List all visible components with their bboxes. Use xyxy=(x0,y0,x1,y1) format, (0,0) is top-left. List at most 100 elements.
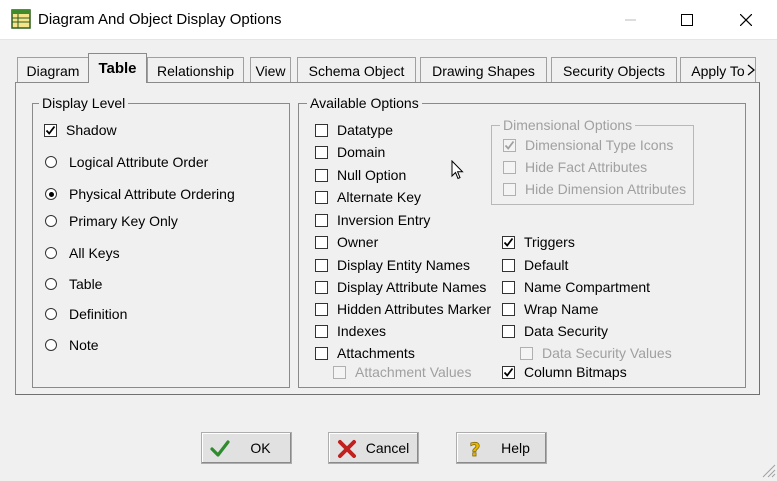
inversion-entry-label: Inversion Entry xyxy=(337,212,431,228)
tab-table[interactable]: Table xyxy=(88,53,147,83)
radio-all-keys[interactable]: All Keys xyxy=(45,244,120,262)
red-x-icon xyxy=(337,439,357,459)
tab-diagram[interactable]: Diagram xyxy=(17,57,89,83)
shadow-checkbox-row[interactable]: Shadow xyxy=(44,121,117,139)
name-compartment-checkbox[interactable] xyxy=(502,280,515,294)
owner-row[interactable]: Owner xyxy=(315,233,378,251)
radio-note[interactable]: Note xyxy=(45,336,99,354)
display-entity-names-label: Display Entity Names xyxy=(337,257,471,273)
radio-physical-attribute-ordering[interactable]: Physical Attribute Ordering xyxy=(45,185,235,203)
hide-fact-attributes-label: Hide Fact Attributes xyxy=(525,159,648,175)
dimensional-type-icons-checkbox xyxy=(503,138,516,152)
inversion-entry-row[interactable]: Inversion Entry xyxy=(315,211,430,229)
hidden-attributes-marker-checkbox[interactable] xyxy=(315,302,328,316)
radio-button[interactable] xyxy=(45,278,57,290)
indexes-checkbox[interactable] xyxy=(315,324,328,338)
radio-button[interactable] xyxy=(45,247,57,259)
datatype-row[interactable]: Datatype xyxy=(315,121,393,139)
radio-button[interactable] xyxy=(45,188,57,200)
radio-primary-key-only[interactable]: Primary Key Only xyxy=(45,212,178,230)
display-attribute-names-row[interactable]: Display Attribute Names xyxy=(315,278,486,296)
radio-label: Physical Attribute Ordering xyxy=(69,186,235,202)
wrap-name-label: Wrap Name xyxy=(524,301,599,317)
display-entity-names-checkbox[interactable] xyxy=(315,258,328,272)
triggers-checkbox[interactable] xyxy=(502,235,515,249)
tab-label: Security Objects xyxy=(563,62,665,79)
inversion-entry-checkbox[interactable] xyxy=(315,213,328,227)
attachment-values-checkbox xyxy=(333,365,346,379)
radio-button[interactable] xyxy=(45,339,57,351)
tab-scroll-right-icon[interactable] xyxy=(743,57,759,82)
domain-checkbox[interactable] xyxy=(315,145,328,159)
wrap-name-row[interactable]: Wrap Name xyxy=(502,300,598,318)
tab-label: View xyxy=(255,62,286,79)
tab-strip: Diagram Table Relationship View Schema O… xyxy=(0,53,777,83)
null-option-label: Null Option xyxy=(337,167,407,183)
column-bitmaps-row[interactable]: Column Bitmaps xyxy=(502,363,627,381)
close-button[interactable] xyxy=(718,0,774,40)
indexes-label: Indexes xyxy=(337,323,387,339)
tab-label: Diagram xyxy=(26,62,80,79)
owner-checkbox[interactable] xyxy=(315,235,328,249)
radio-label: Primary Key Only xyxy=(69,213,178,229)
radio-label: Note xyxy=(69,337,99,353)
hide-fact-attributes-checkbox xyxy=(503,160,516,174)
radio-button[interactable] xyxy=(45,308,57,320)
display-entity-names-row[interactable]: Display Entity Names xyxy=(315,256,470,274)
indexes-row[interactable]: Indexes xyxy=(315,322,386,340)
display-attribute-names-checkbox[interactable] xyxy=(315,280,328,294)
triggers-row[interactable]: Triggers xyxy=(502,233,575,251)
data-security-checkbox[interactable] xyxy=(502,324,515,338)
radio-button[interactable] xyxy=(45,156,57,168)
tab-drawing-shapes[interactable]: Drawing Shapes xyxy=(420,57,547,83)
data-security-row[interactable]: Data Security xyxy=(502,322,608,340)
minimize-button[interactable] xyxy=(603,0,659,40)
tab-label: Relationship xyxy=(156,62,235,79)
attachments-row[interactable]: Attachments xyxy=(315,344,415,362)
checkmark-icon xyxy=(210,439,230,459)
maximize-button[interactable] xyxy=(659,0,715,40)
name-compartment-row[interactable]: Name Compartment xyxy=(502,278,650,296)
alternate-key-checkbox[interactable] xyxy=(315,190,328,204)
display-attribute-names-label: Display Attribute Names xyxy=(337,279,487,295)
attachments-label: Attachments xyxy=(337,345,415,361)
tab-label: Drawing Shapes xyxy=(432,62,535,79)
data-security-values-row: Data Security Values xyxy=(520,344,672,362)
tab-schema-object[interactable]: Schema Object xyxy=(297,57,416,83)
tab-relationship[interactable]: Relationship xyxy=(147,57,244,83)
attachments-checkbox[interactable] xyxy=(315,346,328,360)
help-button[interactable]: ? Help xyxy=(456,432,547,464)
radio-table[interactable]: Table xyxy=(45,275,102,293)
tab-security-objects[interactable]: Security Objects xyxy=(551,57,677,83)
alternate-key-row[interactable]: Alternate Key xyxy=(315,188,421,206)
window-title: Diagram And Object Display Options xyxy=(38,11,282,28)
shadow-checkbox[interactable] xyxy=(44,123,57,137)
hide-dimension-attributes-label: Hide Dimension Attributes xyxy=(525,181,687,197)
ok-button[interactable]: OK xyxy=(201,432,292,464)
null-option-row[interactable]: Null Option xyxy=(315,166,406,184)
display-level-title: Display Level xyxy=(39,95,129,111)
column-bitmaps-checkbox[interactable] xyxy=(502,365,515,379)
hidden-attributes-marker-label: Hidden Attributes Marker xyxy=(337,301,492,317)
default-row[interactable]: Default xyxy=(502,256,568,274)
cancel-button[interactable]: Cancel xyxy=(328,432,419,464)
null-option-checkbox[interactable] xyxy=(315,168,328,182)
title-bar: Diagram And Object Display Options xyxy=(0,0,777,40)
radio-button[interactable] xyxy=(45,215,57,227)
attachment-values-label: Attachment Values xyxy=(355,364,472,380)
dimensional-type-icons-label: Dimensional Type Icons xyxy=(525,137,674,153)
hidden-attributes-marker-row[interactable]: Hidden Attributes Marker xyxy=(315,300,491,318)
resize-grip-icon[interactable] xyxy=(760,462,776,478)
domain-label: Domain xyxy=(337,144,386,160)
default-checkbox[interactable] xyxy=(502,258,515,272)
svg-text:?: ? xyxy=(469,439,480,459)
datatype-checkbox[interactable] xyxy=(315,123,328,137)
cancel-label: Cancel xyxy=(365,440,410,456)
hide-fact-attributes-row: Hide Fact Attributes xyxy=(503,158,647,176)
wrap-name-checkbox[interactable] xyxy=(502,302,515,316)
radio-definition[interactable]: Definition xyxy=(45,305,127,323)
tab-view[interactable]: View xyxy=(250,57,291,83)
domain-row[interactable]: Domain xyxy=(315,143,385,161)
question-mark-icon: ? xyxy=(465,439,485,462)
radio-logical-attribute-order[interactable]: Logical Attribute Order xyxy=(45,153,208,171)
